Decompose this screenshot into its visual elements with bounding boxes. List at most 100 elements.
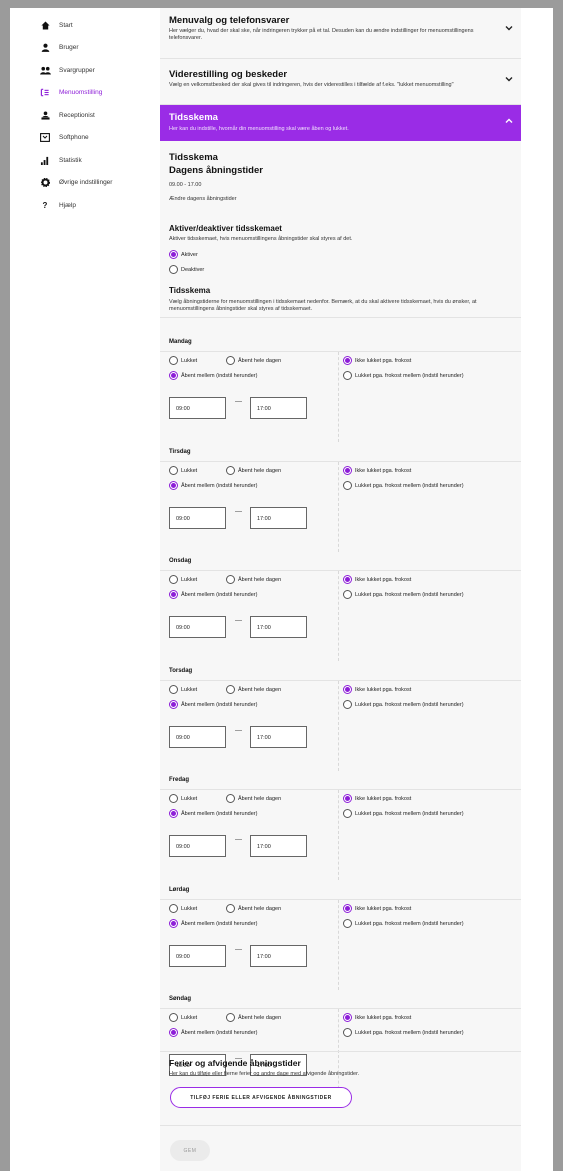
time-to-input[interactable]: 17:00 xyxy=(250,835,307,857)
radio-dot[interactable] xyxy=(343,904,352,913)
time-from-input[interactable]: 09:00 xyxy=(169,945,226,967)
radio-dot[interactable] xyxy=(343,685,352,694)
radio-aabent-mellem[interactable]: Åbent mellem (indstil herunder) xyxy=(169,919,257,928)
radio-ikke-lukket-frokost[interactable]: Ikke lukket pga. frokost xyxy=(343,904,411,913)
radio-lukket[interactable]: Lukket xyxy=(169,685,197,694)
radio-dot[interactable] xyxy=(169,919,178,928)
radio-lukket[interactable]: Lukket xyxy=(169,794,197,803)
radio-lukket-frokost[interactable]: Lukket pga. frokost mellem (indstil heru… xyxy=(343,481,464,490)
radio-dot[interactable] xyxy=(226,356,235,365)
time-to-input[interactable]: 17:00 xyxy=(250,726,307,748)
radio-aabent-hele-dagen[interactable]: Åbent hele dagen xyxy=(226,1013,281,1022)
radio-dot[interactable] xyxy=(169,685,178,694)
radio-dot[interactable] xyxy=(343,466,352,475)
radio-ikke-lukket-frokost[interactable]: Ikke lukket pga. frokost xyxy=(343,466,411,475)
radio-aabent-hele-dagen[interactable]: Åbent hele dagen xyxy=(226,904,281,913)
radio-dot[interactable] xyxy=(169,1013,178,1022)
radio-dot[interactable] xyxy=(226,575,235,584)
radio-dot[interactable] xyxy=(169,575,178,584)
radio-aabent-hele-dagen[interactable]: Åbent hele dagen xyxy=(226,356,281,365)
radio-aabent-hele-dagen[interactable]: Åbent hele dagen xyxy=(226,794,281,803)
radio-lukket-frokost[interactable]: Lukket pga. frokost mellem (indstil heru… xyxy=(343,700,464,709)
radio-lukket[interactable]: Lukket xyxy=(169,904,197,913)
radio-dot[interactable] xyxy=(169,466,178,475)
time-to-input[interactable]: 17:00 xyxy=(250,507,307,529)
radio-dot[interactable] xyxy=(343,371,352,380)
radio-dot[interactable] xyxy=(169,481,178,490)
time-from-input[interactable]: 09:00 xyxy=(169,616,226,638)
radio-aabent-mellem[interactable]: Åbent mellem (indstil herunder) xyxy=(169,1028,257,1037)
radio-dot[interactable] xyxy=(343,356,352,365)
radio-aabent-hele-dagen[interactable]: Åbent hele dagen xyxy=(226,466,281,475)
time-from-input[interactable]: 09:00 xyxy=(169,397,226,419)
radio-dot[interactable] xyxy=(226,794,235,803)
sidebar-item-ovrige[interactable]: Øvrige indstillinger xyxy=(10,172,160,195)
radio-dot[interactable] xyxy=(343,575,352,584)
radio-ikke-lukket-frokost[interactable]: Ikke lukket pga. frokost xyxy=(343,356,411,365)
radio-dot[interactable] xyxy=(169,809,178,818)
radio-ikke-lukket-frokost[interactable]: Ikke lukket pga. frokost xyxy=(343,794,411,803)
section-menuvalg[interactable]: Menuvalg og telefonsvarer Her vælger du,… xyxy=(160,8,521,59)
radio-dot[interactable] xyxy=(169,250,178,259)
radio-dot[interactable] xyxy=(343,700,352,709)
sidebar-item-softphone[interactable]: Softphone xyxy=(10,127,160,150)
radio-dot[interactable] xyxy=(343,794,352,803)
radio-lukket-frokost[interactable]: Lukket pga. frokost mellem (indstil heru… xyxy=(343,590,464,599)
add-holiday-button[interactable]: TILFØJ FERIE ELLER AFVIGENDE ÅBNINGSTIDE… xyxy=(170,1087,352,1108)
time-to-input[interactable]: 17:00 xyxy=(250,945,307,967)
radio-dot[interactable] xyxy=(226,904,235,913)
chevron-down-icon[interactable] xyxy=(505,24,513,33)
radio-lukket[interactable]: Lukket xyxy=(169,356,197,365)
radio-dot[interactable] xyxy=(343,590,352,599)
radio-ikke-lukket-frokost[interactable]: Ikke lukket pga. frokost xyxy=(343,685,411,694)
sidebar-item-menuomstilling[interactable]: Menuomstilling xyxy=(10,82,160,105)
radio-dot[interactable] xyxy=(226,685,235,694)
radio-lukket[interactable]: Lukket xyxy=(169,575,197,584)
time-from-input[interactable]: 09:00 xyxy=(169,835,226,857)
radio-aabent-hele-dagen[interactable]: Åbent hele dagen xyxy=(226,685,281,694)
radio-dot[interactable] xyxy=(169,1028,178,1037)
radio-lukket-frokost[interactable]: Lukket pga. frokost mellem (indstil heru… xyxy=(343,1028,464,1037)
sidebar-item-bruger[interactable]: Bruger xyxy=(10,37,160,60)
radio-dot[interactable] xyxy=(343,809,352,818)
radio-aabent-mellem[interactable]: Åbent mellem (indstil herunder) xyxy=(169,481,257,490)
radio-aabent-mellem[interactable]: Åbent mellem (indstil herunder) xyxy=(169,809,257,818)
radio-deaktiver[interactable]: Deaktiver xyxy=(169,265,204,274)
time-from-input[interactable]: 09:00 xyxy=(169,507,226,529)
sidebar-item-start[interactable]: Start xyxy=(10,14,160,37)
radio-dot[interactable] xyxy=(169,265,178,274)
radio-dot[interactable] xyxy=(169,590,178,599)
time-to-input[interactable]: 17:00 xyxy=(250,616,307,638)
radio-aktiver[interactable]: Aktiver xyxy=(169,250,198,259)
radio-lukket-frokost[interactable]: Lukket pga. frokost mellem (indstil heru… xyxy=(343,919,464,928)
sidebar-item-svargrupper[interactable]: Svargrupper xyxy=(10,59,160,82)
radio-dot[interactable] xyxy=(169,794,178,803)
radio-lukket-frokost[interactable]: Lukket pga. frokost mellem (indstil heru… xyxy=(343,371,464,380)
radio-dot[interactable] xyxy=(226,466,235,475)
section-viderestilling[interactable]: Viderestilling og beskeder Vælg en velko… xyxy=(160,59,521,105)
chevron-down-icon[interactable] xyxy=(505,75,513,84)
radio-dot[interactable] xyxy=(169,356,178,365)
time-from-input[interactable]: 09:00 xyxy=(169,726,226,748)
radio-aabent-mellem[interactable]: Åbent mellem (indstil herunder) xyxy=(169,590,257,599)
radio-aabent-mellem[interactable]: Åbent mellem (indstil herunder) xyxy=(169,371,257,380)
radio-dot[interactable] xyxy=(343,1028,352,1037)
radio-dot[interactable] xyxy=(343,1013,352,1022)
change-today-link[interactable]: Ændre dagens åbningstider xyxy=(169,196,237,202)
time-to-input[interactable]: 17:00 xyxy=(250,397,307,419)
sidebar-item-hjaelp[interactable]: ? Hjælp xyxy=(10,194,160,217)
radio-lukket-frokost[interactable]: Lukket pga. frokost mellem (indstil heru… xyxy=(343,809,464,818)
section-tidsskema-header[interactable]: Tidsskema Her kan du indstille, hvornår … xyxy=(160,105,521,141)
radio-dot[interactable] xyxy=(226,1013,235,1022)
radio-dot[interactable] xyxy=(169,371,178,380)
radio-ikke-lukket-frokost[interactable]: Ikke lukket pga. frokost xyxy=(343,1013,411,1022)
radio-dot[interactable] xyxy=(343,481,352,490)
radio-aabent-mellem[interactable]: Åbent mellem (indstil herunder) xyxy=(169,700,257,709)
sidebar-item-statistik[interactable]: Statistik xyxy=(10,149,160,172)
sidebar-item-receptionist[interactable]: Receptionist xyxy=(10,104,160,127)
radio-dot[interactable] xyxy=(169,700,178,709)
radio-lukket[interactable]: Lukket xyxy=(169,1013,197,1022)
radio-dot[interactable] xyxy=(169,904,178,913)
radio-aabent-hele-dagen[interactable]: Åbent hele dagen xyxy=(226,575,281,584)
chevron-up-icon[interactable] xyxy=(505,117,513,126)
